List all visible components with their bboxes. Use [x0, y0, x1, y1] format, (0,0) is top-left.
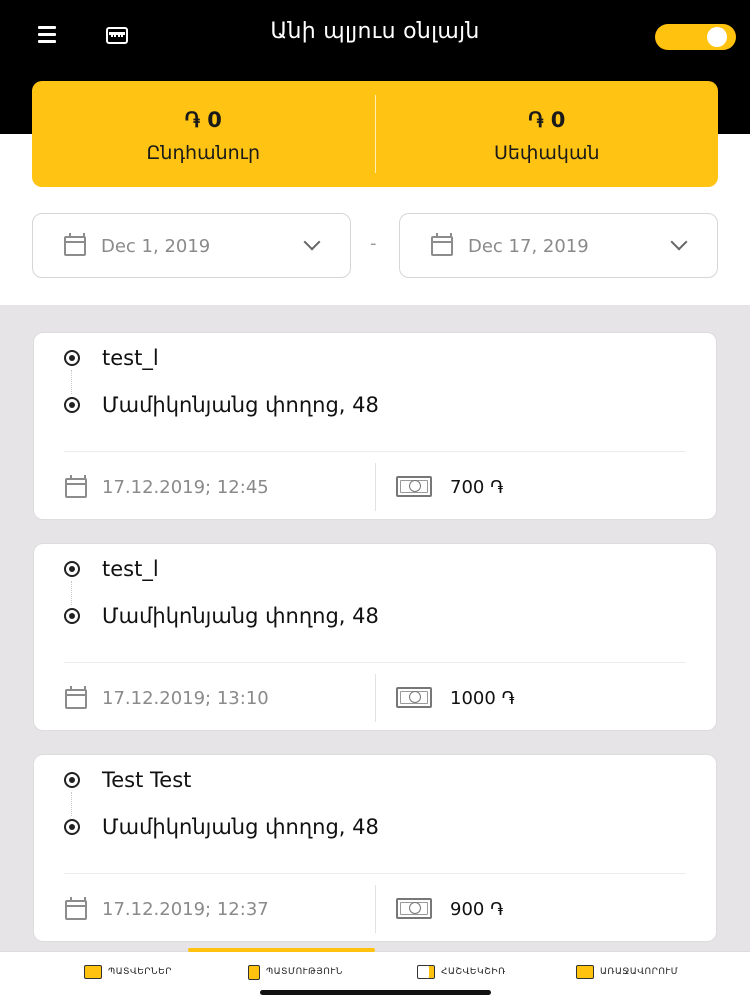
order-card[interactable]: test_l Մամիկոնյանց փողոց, 48 17.12.2019;…	[33, 332, 717, 520]
order-datetime: 17.12.2019; 13:10	[102, 688, 269, 709]
date-to-value: Dec 17, 2019	[468, 236, 589, 257]
order-card[interactable]: Test Test Մամիկոնյանց փողոց, 48 17.12.20…	[33, 754, 717, 942]
chevron-down-icon	[303, 233, 321, 251]
app-title: Անի պլյուս օնլայն	[270, 19, 480, 44]
cash-icon	[396, 687, 432, 708]
taxi-icon	[84, 965, 102, 979]
card-vertical-divider	[375, 885, 376, 933]
order-datetime: 17.12.2019; 12:37	[102, 899, 269, 920]
pickup-point-icon	[64, 350, 80, 366]
nav-tab-label: ՀԱՇՎԵԿՇԻՌ	[441, 967, 506, 977]
card-vertical-divider	[375, 463, 376, 511]
date-to-picker[interactable]: Dec 17, 2019	[399, 213, 718, 278]
total-balance: ֏ 0 Ընդհանուր	[32, 81, 375, 187]
wallet-icon	[417, 965, 435, 979]
order-pickup: Test Test	[102, 768, 192, 792]
order-price: 700 ֏	[450, 477, 504, 498]
order-destination: Մամիկոնյանց փողոց, 48	[102, 604, 379, 628]
order-destination: Մամիկոնյանց փողոց, 48	[102, 393, 379, 417]
route-line	[71, 792, 72, 816]
order-card[interactable]: test_l Մամիկոնյանց փողոց, 48 17.12.2019;…	[33, 543, 717, 731]
cash-icon	[396, 476, 432, 497]
card-divider	[64, 873, 686, 874]
order-pickup: test_l	[102, 346, 159, 370]
calendar-icon	[64, 233, 86, 256]
nav-tab-orders[interactable]: ՊԱՏՎԵՐՆԵՐ	[84, 962, 172, 982]
nav-tab-label: ԱՌԱՋԱՎՈՐՈՒՄ	[600, 967, 679, 977]
toggle-knob	[707, 27, 727, 47]
date-from-picker[interactable]: Dec 1, 2019	[32, 213, 351, 278]
order-price: 1000 ֏	[450, 688, 515, 709]
calendar-icon	[65, 475, 87, 498]
date-from-value: Dec 1, 2019	[101, 236, 211, 257]
home-indicator	[260, 990, 491, 995]
own-balance-value: ֏ 0	[528, 108, 566, 132]
total-balance-value: ֏ 0	[184, 108, 222, 132]
nav-tab-label: ՊԱՏՄՈՒԹՅՈՒՆ	[266, 967, 343, 977]
own-balance-label: Սեփական	[493, 142, 600, 164]
order-destination: Մամիկոնյանց փողոց, 48	[102, 815, 379, 839]
calendar-icon	[431, 233, 453, 256]
calendar-icon	[65, 686, 87, 709]
date-range-separator: -	[370, 233, 377, 254]
destination-point-icon	[64, 819, 80, 835]
nav-tab-label: ՊԱՏՎԵՐՆԵՐ	[108, 967, 172, 977]
destination-point-icon	[64, 608, 80, 624]
order-datetime: 17.12.2019; 12:45	[102, 477, 269, 498]
nav-tab-history[interactable]: ՊԱՏՄՈՒԹՅՈՒՆ	[248, 962, 343, 982]
route-line	[71, 370, 72, 394]
order-price: 900 ֏	[450, 899, 504, 920]
nav-tab-promotion[interactable]: ԱՌԱՋԱՎՈՐՈՒՄ	[576, 962, 678, 982]
promotion-bag-icon	[576, 965, 594, 979]
order-pickup: test_l	[102, 557, 159, 581]
pickup-point-icon	[64, 561, 80, 577]
route-line	[71, 581, 72, 605]
online-toggle[interactable]	[655, 24, 736, 50]
calendar-icon	[65, 897, 87, 920]
balance-card: ֏ 0 Ընդհանուր ֏ 0 Սեփական	[32, 81, 718, 187]
pickup-point-icon	[64, 772, 80, 788]
chevron-down-icon	[670, 233, 688, 251]
card-vertical-divider	[375, 674, 376, 722]
destination-point-icon	[64, 397, 80, 413]
total-balance-label: Ընդհանուր	[146, 142, 260, 164]
active-tab-indicator	[188, 948, 375, 952]
cash-icon	[396, 898, 432, 919]
history-document-icon	[248, 964, 260, 980]
nav-tab-balance[interactable]: ՀԱՇՎԵԿՇԻՌ	[417, 962, 506, 982]
card-divider	[64, 451, 686, 452]
own-balance: ֏ 0 Սեփական	[376, 81, 719, 187]
card-divider	[64, 662, 686, 663]
